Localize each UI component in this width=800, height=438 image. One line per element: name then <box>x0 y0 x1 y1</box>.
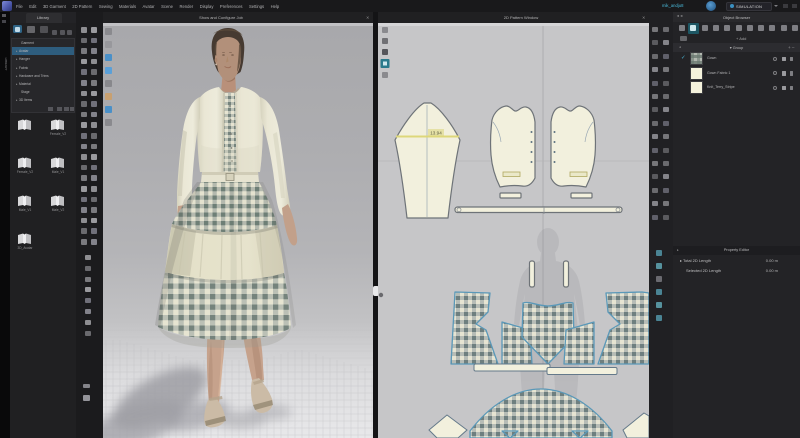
svg-text:13.94: 13.94 <box>430 130 442 135</box>
